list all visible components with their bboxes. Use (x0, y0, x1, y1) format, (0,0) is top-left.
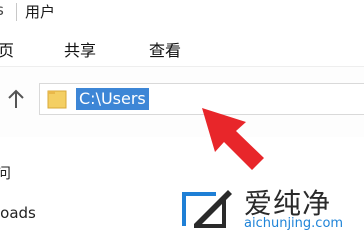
watermark-url: aichunjing.com (244, 216, 344, 231)
sidebar-item-downloads[interactable]: loads (0, 204, 36, 222)
watermark-logo-icon (182, 190, 232, 228)
folder-icon (47, 90, 67, 109)
watermark: 爱纯净 aichunjing.com (168, 184, 364, 240)
title-separator (16, 3, 17, 21)
title-bar: s 用户 (0, 0, 364, 28)
red-arrow-icon (202, 108, 264, 170)
up-arrow-icon[interactable] (6, 88, 26, 110)
tab-share[interactable]: 共享 (64, 37, 96, 61)
window-title: 用户 (25, 3, 56, 21)
title-edge-text: s (0, 1, 4, 19)
tab-view[interactable]: 查看 (149, 37, 181, 61)
tab-home[interactable]: 页 (0, 37, 14, 61)
ribbon-tabs: 页 共享 查看 (0, 28, 364, 66)
navigation-pane: 问 loads (0, 160, 120, 240)
address-path-selected[interactable]: C:\Users (76, 88, 149, 110)
sidebar-item-access[interactable]: 问 (0, 162, 11, 183)
